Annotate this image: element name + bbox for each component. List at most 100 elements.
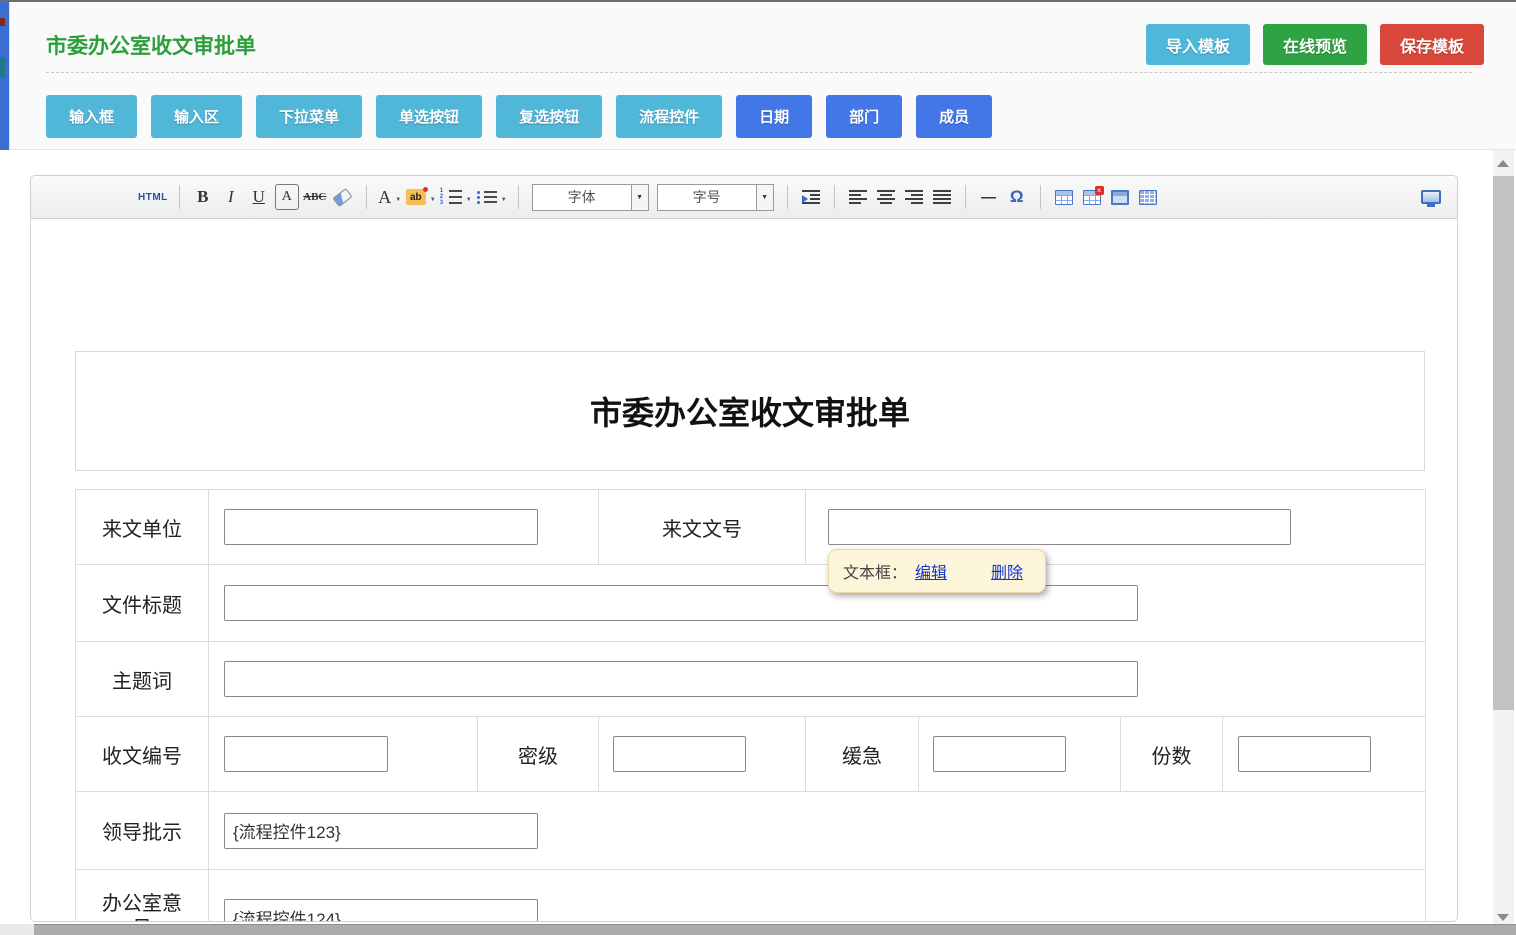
delete-table-button[interactable] <box>1080 184 1104 210</box>
header-divider <box>46 72 1472 73</box>
field-label: 份数 <box>1121 717 1223 792</box>
form-table: 来文单位 来文文号 文件标题 主题词 收文编号 密级 <box>75 489 1426 922</box>
editor-panel: HTML B I U A ABC A ab 1 2 3 <box>30 175 1458 922</box>
underline-button[interactable]: U <box>247 184 271 210</box>
palette-input-box-button[interactable]: 输入框 <box>46 95 137 138</box>
table-properties-button[interactable] <box>1136 184 1160 210</box>
scrollbar-corner <box>0 924 34 935</box>
ordered-list-button[interactable]: 1 2 3 <box>440 184 472 210</box>
table-delete-icon <box>1083 190 1101 205</box>
online-preview-button[interactable]: 在线预览 <box>1263 24 1367 65</box>
remove-format-button[interactable] <box>331 184 355 210</box>
copies-count-input[interactable] <box>1238 736 1371 772</box>
office-opinion-input[interactable] <box>224 899 538 922</box>
font-size-select[interactable]: 字号 <box>657 184 774 211</box>
edit-field-link[interactable]: 编辑 <box>915 559 947 583</box>
incoming-doc-number-input[interactable] <box>828 509 1291 545</box>
horizontal-rule-button[interactable]: — <box>977 184 1001 210</box>
font-style-button[interactable]: A <box>275 184 299 210</box>
insert-table-button[interactable] <box>1052 184 1076 210</box>
toolbar-separator <box>1040 185 1041 209</box>
palette-member-button[interactable]: 成员 <box>916 95 992 138</box>
ordered-list-icon: 1 2 3 <box>440 189 462 205</box>
field-label: 主题词 <box>76 642 209 717</box>
editor-canvas[interactable]: 市委办公室收文审批单 来文单位 来文文号 文件标题 主 <box>31 219 1457 922</box>
urgency-input[interactable] <box>933 736 1066 772</box>
palette-textarea-button[interactable]: 输入区 <box>151 95 242 138</box>
table-row: 领导批示 <box>76 792 1426 870</box>
palette-process-control-button[interactable]: 流程控件 <box>616 95 722 138</box>
scroll-down-icon[interactable] <box>1497 914 1509 921</box>
table-grid-icon <box>1139 190 1157 205</box>
palette-checkbox-button[interactable]: 复选按钮 <box>496 95 602 138</box>
page-title: 市委办公室收文审批单 <box>46 30 256 60</box>
field-label: 密级 <box>478 717 599 792</box>
table-frame-icon <box>1111 190 1129 205</box>
palette-department-button[interactable]: 部门 <box>826 95 902 138</box>
incoming-unit-input[interactable] <box>224 509 538 545</box>
align-right-button[interactable] <box>902 184 926 210</box>
receipt-number-input[interactable] <box>224 736 388 772</box>
vertical-scrollbar[interactable] <box>1493 150 1514 935</box>
chevron-down-icon <box>756 185 773 210</box>
table-row: 收文编号 密级 缓急 份数 <box>76 717 1426 792</box>
unordered-list-icon <box>476 191 497 204</box>
chevron-down-icon <box>501 188 507 206</box>
scrollbar-thumb[interactable] <box>1493 176 1514 710</box>
field-label: 文件标题 <box>76 565 209 642</box>
save-template-button[interactable]: 保存模板 <box>1380 24 1484 65</box>
editor-toolbar: HTML B I U A ABC A ab 1 2 3 <box>31 176 1457 219</box>
horizontal-scrollbar-thumb[interactable] <box>0 924 1516 935</box>
scroll-up-icon[interactable] <box>1497 160 1509 167</box>
form-title-cell: 市委办公室收文审批单 <box>75 351 1425 471</box>
screen: 市委办公室收文审批单 导入模板 在线预览 保存模板 输入框 输入区 下拉菜单 单… <box>0 0 1516 935</box>
window-top-edge <box>0 0 1516 2</box>
unordered-list-button[interactable] <box>476 184 507 210</box>
table-cell-properties-button[interactable] <box>1108 184 1132 210</box>
table-row: 办公室意见 <box>76 870 1426 923</box>
palette-dropdown-button[interactable]: 下拉菜单 <box>256 95 362 138</box>
chevron-down-icon <box>631 185 648 210</box>
left-edge-strip <box>0 2 9 150</box>
table-row: 主题词 <box>76 642 1426 717</box>
font-color-button[interactable]: A <box>378 184 402 210</box>
field-label: 收文编号 <box>76 717 209 792</box>
tooltip-field-type: 文本框： <box>843 559 907 583</box>
fullscreen-button[interactable] <box>1419 184 1443 210</box>
align-justify-button[interactable] <box>930 184 954 210</box>
table-icon <box>1055 190 1073 205</box>
field-label: 缓急 <box>806 717 919 792</box>
chevron-down-icon <box>395 188 401 206</box>
palette-radio-button[interactable]: 单选按钮 <box>376 95 482 138</box>
toolbar-separator <box>787 185 788 209</box>
align-justify-icon <box>933 190 951 204</box>
chevron-down-icon <box>430 188 436 206</box>
toolbar-separator <box>518 185 519 209</box>
import-template-button[interactable]: 导入模板 <box>1146 24 1250 65</box>
html-source-button[interactable]: HTML <box>138 184 168 210</box>
special-character-button[interactable]: Ω <box>1005 184 1029 210</box>
subject-words-input[interactable] <box>224 661 1138 697</box>
strikethrough-button[interactable]: ABC <box>303 184 327 210</box>
delete-field-link[interactable]: 删除 <box>991 559 1023 583</box>
palette-date-button[interactable]: 日期 <box>736 95 812 138</box>
align-center-button[interactable] <box>874 184 898 210</box>
italic-button[interactable]: I <box>219 184 243 210</box>
field-palette: 输入框 输入区 下拉菜单 单选按钮 复选按钮 流程控件 日期 部门 成员 <box>46 95 992 138</box>
toolbar-separator <box>179 185 180 209</box>
table-row: 来文单位 来文文号 <box>76 490 1426 565</box>
indent-icon <box>802 190 820 204</box>
align-left-button[interactable] <box>846 184 870 210</box>
field-label: 来文文号 <box>599 490 806 565</box>
font-family-select[interactable]: 字体 <box>532 184 649 211</box>
align-center-icon <box>877 190 895 204</box>
eraser-icon <box>333 187 353 206</box>
indent-button[interactable] <box>799 184 823 210</box>
header: 市委办公室收文审批单 导入模板 在线预览 保存模板 输入框 输入区 下拉菜单 单… <box>9 2 1516 150</box>
highlight-color-button[interactable]: ab <box>406 184 436 210</box>
chevron-down-icon <box>466 188 472 206</box>
highlight-icon: ab <box>406 189 426 205</box>
leader-instructions-input[interactable] <box>224 813 538 849</box>
bold-button[interactable]: B <box>191 184 215 210</box>
security-level-input[interactable] <box>613 736 746 772</box>
